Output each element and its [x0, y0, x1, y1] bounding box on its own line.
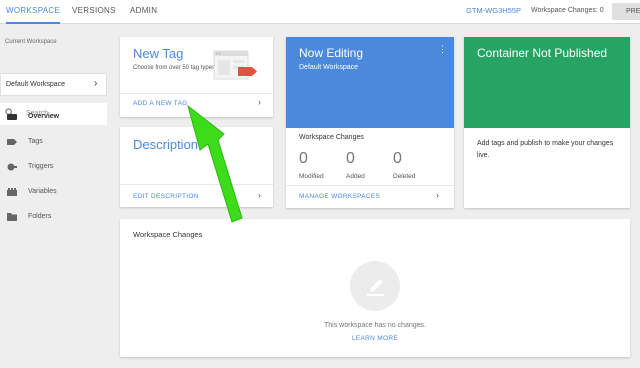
chevron-right-icon[interactable]: › [258, 97, 261, 107]
now-editing-title: Now Editing [299, 46, 364, 60]
workspace-changes-panel: Workspace Changes This workspace has no … [120, 219, 630, 357]
tag-illustration-icon [213, 50, 257, 80]
manage-workspaces-link[interactable]: MANAGE WORKSPACES [299, 193, 380, 200]
now-editing-card: Now Editing Default Workspace ⋮ Workspac… [286, 37, 454, 208]
not-published-header: Container Not Published [464, 37, 630, 128]
sidebar-item-label: Folders [28, 213, 52, 220]
sidebar: Current Workspace Default Workspace › Se… [0, 24, 116, 368]
sidebar-item-label: Tags [28, 138, 43, 145]
now-editing-header: Now Editing Default Workspace ⋮ [286, 37, 454, 128]
sidebar-item-label: Triggers [28, 163, 54, 170]
sidebar-item-label: Overview [28, 113, 60, 120]
sidebar-item-folders[interactable]: Folders [0, 207, 107, 227]
sidebar-item-label: Variables [28, 188, 57, 195]
sidebar-item-triggers[interactable]: Triggers [0, 157, 107, 177]
tab-admin[interactable]: ADMIN [130, 0, 157, 24]
top-nav-bar: WORKSPACE VERSIONS ADMIN GTM-WG3H55P Wor… [0, 0, 640, 24]
current-workspace-label: Current Workspace [5, 39, 57, 45]
not-published-text: Add tags and publish to make your change… [477, 140, 614, 159]
variable-icon [7, 188, 17, 196]
chevron-right-icon[interactable]: › [436, 190, 439, 200]
container-not-published-card: Container Not Published Add tags and pub… [464, 37, 630, 208]
modified-label: Modified [299, 173, 324, 180]
new-tag-description: Choose from over 50 tag types. [133, 65, 217, 71]
deleted-count: 0 [393, 150, 402, 167]
edit-pencil-icon [367, 279, 384, 296]
now-editing-workspace: Default Workspace [299, 64, 359, 71]
card-divider [120, 93, 273, 94]
overview-icon [7, 114, 17, 120]
workspace-changes-title: Workspace Changes [133, 230, 203, 239]
sidebar-item-overview[interactable]: Overview [0, 107, 107, 127]
sidebar-item-tags[interactable]: Tags [0, 132, 107, 152]
chevron-right-icon: › [94, 78, 98, 89]
not-published-title: Container Not Published [477, 46, 608, 60]
workspace-changes-label: Workspace Changes [299, 134, 364, 141]
added-count: 0 [346, 150, 355, 167]
annotation-arrow [187, 104, 243, 223]
more-vert-icon[interactable]: ⋮ [438, 44, 447, 55]
tab-workspace[interactable]: WORKSPACE [6, 0, 61, 24]
workspace-changes-count: Workspace Changes: 0 [531, 7, 604, 14]
sidebar-item-variables[interactable]: Variables [0, 182, 107, 202]
chevron-right-icon[interactable]: › [258, 190, 261, 200]
container-id-link[interactable]: GTM-WG3H55P [466, 0, 521, 22]
trigger-icon [7, 163, 17, 171]
workspace-name: Default Workspace [6, 81, 66, 88]
empty-state-circle [350, 261, 400, 311]
folder-icon [7, 213, 17, 221]
preview-button[interactable]: PREV [612, 3, 640, 20]
learn-more-link[interactable]: LEARN MORE [120, 335, 630, 342]
added-label: Added [346, 173, 365, 180]
empty-state-text: This workspace has no changes. [324, 322, 426, 329]
tag-icon [7, 139, 17, 145]
new-tag-title: New Tag [133, 46, 184, 61]
tab-versions[interactable]: VERSIONS [72, 0, 116, 24]
now-editing-body: Workspace Changes 0 Modified 0 Added 0 D… [286, 128, 454, 208]
card-divider [286, 185, 454, 186]
workspace-selector[interactable]: Default Workspace › [0, 73, 107, 96]
modified-count: 0 [299, 150, 308, 167]
deleted-label: Deleted [393, 173, 416, 180]
